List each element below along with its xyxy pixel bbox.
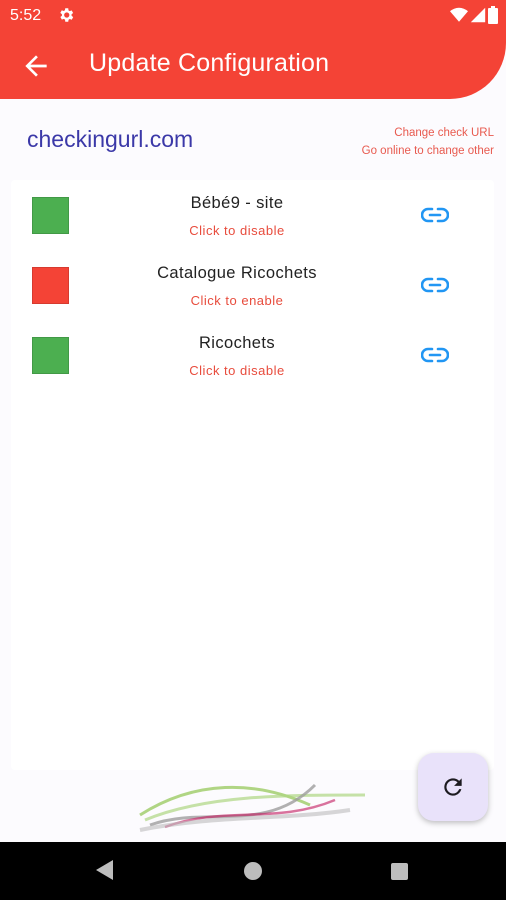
link-icon[interactable] xyxy=(420,205,450,225)
app-logo xyxy=(135,775,375,835)
battery-icon xyxy=(488,6,498,24)
arrow-back-icon xyxy=(25,55,47,77)
wifi-icon xyxy=(450,7,468,22)
site-name: Bébé9 - site xyxy=(190,194,284,212)
page-title: Update Configuration xyxy=(89,49,330,77)
go-online-note: Go online to change other xyxy=(361,145,494,157)
url-actions: Change check URL Go online to change oth… xyxy=(362,124,494,160)
nav-recents-icon[interactable] xyxy=(391,863,408,880)
change-check-url-link[interactable]: Change check URL xyxy=(362,124,494,142)
status-bar: 5:52 xyxy=(0,0,506,32)
site-row[interactable]: Catalogue Ricochets Click to enable xyxy=(11,250,494,320)
app-bar: 5:52 Update Configuration xyxy=(0,0,506,99)
refresh-button[interactable] xyxy=(418,753,488,821)
system-nav-bar xyxy=(0,842,506,900)
refresh-icon xyxy=(444,778,462,796)
sites-card: Bébé9 - site Click to disable Catalogue … xyxy=(11,180,494,770)
site-toggle-link[interactable]: Click to disable xyxy=(11,223,463,238)
gear-icon xyxy=(57,6,75,29)
site-name: Catalogue Ricochets xyxy=(157,264,317,282)
site-row[interactable]: Bébé9 - site Click to disable xyxy=(11,180,494,250)
link-icon[interactable] xyxy=(420,345,450,365)
link-icon[interactable] xyxy=(420,275,450,295)
site-toggle-link[interactable]: Click to enable xyxy=(11,293,463,308)
status-time: 5:52 xyxy=(10,7,42,24)
nav-home-icon[interactable] xyxy=(244,862,262,880)
nav-back-icon[interactable] xyxy=(95,859,115,881)
site-name: Ricochets xyxy=(198,334,276,352)
site-row[interactable]: Ricochets Click to disable xyxy=(11,320,494,390)
check-url-title: checkingurl.com xyxy=(27,126,194,152)
status-icons xyxy=(450,6,498,24)
site-toggle-link[interactable]: Click to disable xyxy=(11,363,463,378)
signal-icon xyxy=(470,7,486,23)
back-button[interactable] xyxy=(20,50,52,82)
